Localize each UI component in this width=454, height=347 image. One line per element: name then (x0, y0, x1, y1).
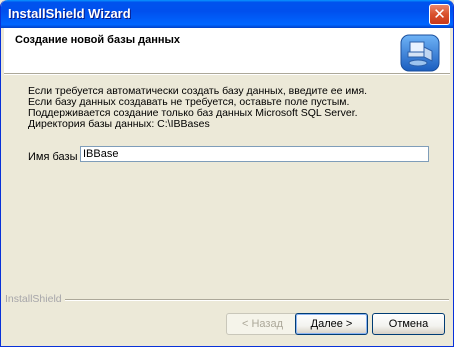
header-divider (4, 73, 450, 75)
installshield-setup-icon (400, 34, 440, 72)
cancel-button[interactable]: Отмена (372, 313, 445, 335)
wizard-window: InstallShield Wizard ✕ Создание новой ба… (0, 0, 454, 347)
description-text: Если требуется автоматически создать баз… (28, 86, 428, 130)
footer-divider (63, 299, 449, 301)
installshield-brand-line: InstallShield (5, 293, 451, 305)
title-bar[interactable]: InstallShield Wizard ✕ (1, 0, 453, 28)
page-title: Создание новой базы данных (15, 34, 181, 46)
database-directory-line: Директория базы данных: C:\IBBases (28, 118, 210, 130)
installshield-brand: InstallShield (5, 293, 65, 305)
close-icon: ✕ (433, 5, 446, 23)
next-button[interactable]: Далее > (295, 313, 368, 335)
db-name-label: Имя базы (28, 151, 78, 163)
window-title: InstallShield Wizard (8, 6, 131, 21)
db-name-input[interactable] (80, 146, 429, 162)
wizard-header: Создание новой базы данных (4, 28, 450, 73)
close-button[interactable]: ✕ (429, 4, 450, 25)
back-button[interactable]: < Назад (226, 313, 299, 335)
